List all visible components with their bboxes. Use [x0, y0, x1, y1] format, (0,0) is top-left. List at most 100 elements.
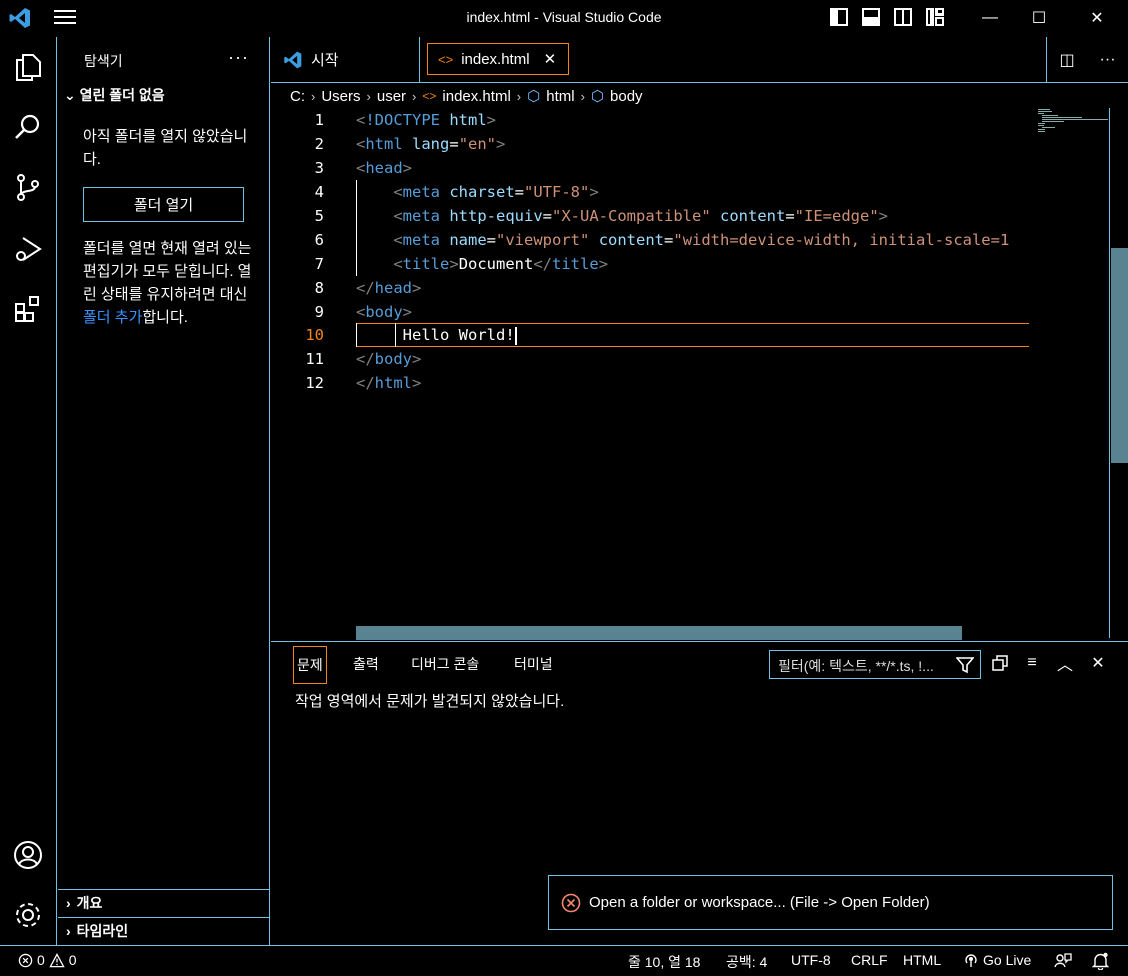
problems-status[interactable]: 0 0 — [18, 952, 77, 968]
code-line: 8 </head> — [314, 279, 422, 297]
sidebar-title: 탐색기 — [84, 53, 123, 69]
outline-section[interactable]: › 개요 — [58, 889, 270, 915]
tab-output[interactable]: 출력 — [353, 654, 379, 674]
code-line: 11 </body> — [305, 350, 422, 368]
chevron-right-icon: › — [516, 88, 522, 104]
filter-placeholder: 필터(예: 텍스트, **/*.ts, !... — [778, 658, 934, 674]
code-line: 3 <head> — [314, 159, 413, 177]
editor-tabs: 시작 <> index.html ✕ ◫ ··· — [271, 37, 1128, 83]
toggle-secondary-sidebar-icon[interactable] — [894, 8, 912, 26]
search-icon[interactable] — [12, 111, 44, 143]
no-folder-section-header[interactable]: ⌄ 열린 폴더 없음 — [64, 85, 165, 105]
split-editor-icon[interactable]: ◫ — [1059, 50, 1074, 70]
html-file-icon: <> — [422, 89, 437, 103]
code-line: 9 <body> — [314, 303, 413, 321]
explorer-icon[interactable] — [12, 51, 44, 83]
accounts-icon[interactable] — [12, 839, 44, 871]
broadcast-icon — [965, 954, 977, 967]
warning-icon — [49, 952, 65, 967]
toggle-primary-sidebar-icon[interactable] — [830, 8, 848, 26]
more-actions-icon[interactable]: ··· — [1100, 51, 1116, 69]
warning-count: 0 — [68, 952, 77, 968]
customize-layout-icon[interactable] — [926, 8, 944, 26]
folder-info-text: 폴더를 열면 현재 열려 있는 편집기가 모두 닫힙니다. 열린 상태를 유지하… — [83, 237, 258, 329]
outline-label: 개요 — [76, 894, 103, 911]
add-folder-link[interactable]: 폴더 추가 — [83, 309, 142, 326]
breadcrumb-item[interactable]: body — [610, 88, 643, 105]
maximize-panel-icon[interactable]: ︿ — [1054, 652, 1076, 674]
cursor-position[interactable]: 줄 10, 열 18 — [628, 952, 700, 972]
code-line: 5 <meta http-equiv="X-UA-Compatible" con… — [314, 207, 889, 225]
horizontal-scrollbar[interactable] — [356, 626, 962, 640]
more-actions-icon[interactable]: ··· — [228, 47, 249, 68]
encoding[interactable]: UTF-8 — [791, 952, 831, 968]
close-panel-icon[interactable]: ✕ — [1087, 652, 1109, 674]
chevron-right-icon: › — [580, 88, 585, 104]
breadcrumb-item[interactable]: user — [377, 88, 406, 105]
info-suffix: 합니다. — [142, 309, 188, 326]
notification-text: Open a folder or workspace... (File -> O… — [589, 894, 930, 911]
maximize-button[interactable]: ☐ — [1016, 0, 1062, 36]
end-of-line[interactable]: CRLF — [851, 952, 888, 968]
title-bar: index.html - Visual Studio Code — ☐ ✕ — [0, 0, 1128, 36]
code-line: 7 <title>Document</title> — [314, 255, 609, 273]
go-live-label: Go Live — [983, 952, 1032, 968]
breadcrumb: C: › Users › user › <> index.html › ⬡ ht… — [290, 86, 643, 106]
tab-terminal[interactable]: 터미널 — [514, 654, 553, 674]
chevron-down-icon: ⌄ — [64, 87, 76, 103]
vertical-scrollbar[interactable] — [1109, 108, 1128, 638]
code-line: 4 <meta charset="UTF-8"> — [314, 183, 599, 201]
info-text: 폴더를 열면 현재 열려 있는 편집기가 모두 닫힙니다. 열린 상태를 유지하… — [83, 240, 252, 303]
indentation[interactable]: 공백: 4 — [726, 952, 767, 972]
text-cursor — [514, 326, 517, 345]
feedback-icon[interactable] — [1054, 952, 1072, 970]
element-cube-icon: ⬡ — [590, 88, 605, 105]
chevron-right-icon: › — [66, 922, 71, 939]
no-folder-message: 아직 폴더를 열지 않았습니다. — [83, 128, 248, 168]
extensions-icon[interactable] — [12, 293, 44, 325]
notification-toast[interactable]: Open a folder or workspace... (File -> O… — [548, 875, 1113, 930]
manage-gear-icon[interactable] — [12, 899, 44, 931]
minimap[interactable] — [1036, 108, 1108, 138]
error-icon — [18, 953, 33, 967]
close-window-button[interactable]: ✕ — [1074, 0, 1120, 36]
tab-index-html[interactable]: <> index.html ✕ — [427, 43, 569, 75]
code-line: 2 <html lang="en"> — [314, 135, 506, 153]
problems-message: 작업 영역에서 문제가 발견되지 않았습니다. — [295, 693, 565, 710]
chevron-right-icon: › — [66, 894, 71, 911]
breadcrumb-item[interactable]: index.html — [442, 88, 510, 105]
tab-debug-console[interactable]: 디버그 콘솔 — [411, 654, 479, 674]
chevron-right-icon: › — [412, 88, 417, 104]
activity-bar — [0, 37, 57, 945]
status-bar: 0 0 줄 10, 열 18 공백: 4 UTF-8 CRLF HTML Go … — [0, 945, 1128, 976]
close-tab-icon[interactable]: ✕ — [544, 50, 557, 68]
run-debug-icon[interactable] — [12, 233, 44, 265]
open-folder-button[interactable]: 폴더 열기 — [83, 187, 244, 222]
language-mode[interactable]: HTML — [903, 952, 941, 968]
tab-label: 시작 — [311, 52, 339, 69]
chevron-right-icon: › — [366, 88, 371, 104]
filter-icon[interactable] — [956, 656, 974, 674]
error-icon — [561, 893, 581, 912]
scrollbar-thumb[interactable] — [1111, 248, 1128, 463]
vscode-logo-icon — [284, 51, 302, 68]
timeline-section[interactable]: › 타임라인 — [58, 917, 270, 943]
source-control-icon[interactable] — [12, 171, 44, 203]
problems-filter-input[interactable]: 필터(예: 텍스트, **/*.ts, !... — [769, 650, 981, 679]
explorer-sidebar: 탐색기 ··· ⌄ 열린 폴더 없음 아직 폴더를 열지 않았습니다. 폴더 열… — [58, 37, 270, 945]
breadcrumb-item[interactable]: C: — [290, 88, 305, 105]
collapse-all-icon[interactable] — [989, 652, 1011, 674]
tab-welcome[interactable]: 시작 — [271, 37, 420, 82]
tab-problems[interactable]: 문제 — [293, 646, 327, 684]
breadcrumb-item[interactable]: Users — [321, 88, 360, 105]
word-wrap-icon[interactable]: ≡ — [1021, 652, 1043, 674]
code-editor[interactable]: 1 <!DOCTYPE html> 2 <html lang="en"> 3 <hea… — [271, 108, 1109, 638]
breadcrumb-item[interactable]: html — [546, 88, 574, 105]
chevron-right-icon: › — [311, 88, 316, 104]
go-live-button[interactable]: Go Live — [963, 952, 1031, 968]
toggle-panel-icon[interactable] — [862, 8, 880, 26]
tab-label: index.html — [461, 50, 530, 68]
minimize-button[interactable]: — — [967, 0, 1013, 36]
code-line: 1 <!DOCTYPE html> — [314, 111, 497, 129]
notifications-bell-icon[interactable] — [1092, 952, 1109, 970]
